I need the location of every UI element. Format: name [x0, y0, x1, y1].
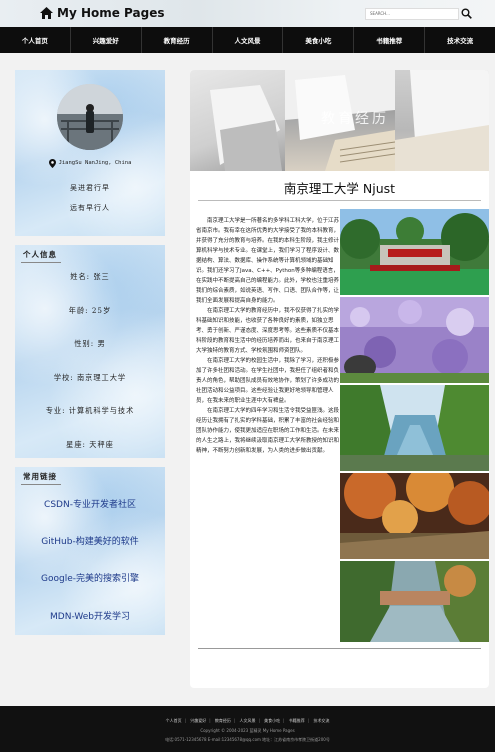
photo-canal [340, 561, 489, 642]
link-mdn[interactable]: MDN-Web开发学习 [15, 609, 165, 622]
footer-copyright: Copyright © 2004-2023 蓝精灵 My Home Pages [200, 728, 295, 733]
site-header: My Home Pages SEARCH... [0, 0, 495, 27]
footer-nav: 个人首页 | 兴趣爱好 | 教育经历 | 人文风景 | 美食小吃 | 书籍推荐 | 技术交流 [165, 718, 330, 723]
link-google[interactable]: Google-完美的搜索引擎 [15, 571, 165, 584]
avatar-image [57, 84, 123, 150]
nav-item-home[interactable]: 个人首页 [0, 27, 71, 53]
search-input[interactable]: SEARCH... [365, 8, 459, 20]
photo-autumn-trees [340, 473, 489, 559]
link-github[interactable]: GitHub-构建美好的软件 [15, 534, 165, 547]
photo-lavender [340, 297, 489, 383]
brand-title: My Home Pages [57, 6, 165, 20]
paragraph: 在南京理工大学的四年学习和生活令我受益匪浅。这段经历让我拥有了扎实的学科基础，积… [196, 408, 340, 454]
links-card-title: 常用链接 [23, 472, 57, 481]
profile-card: JiangSu NanJing, China 吴进君行早 远有早行人 [15, 70, 165, 236]
paragraph: 南京理工大学是一所著名的多学科工科大学，位于江苏省南京市。我有幸在这所优秀的大学… [196, 218, 340, 304]
divider [198, 200, 481, 201]
nav-item-food[interactable]: 美食小吃 [283, 27, 355, 53]
main-content: 教育经历 南京理工大学 Njust 南京理工大学是一所著名的多学科工科大学，位于… [190, 70, 489, 688]
info-card: 个人信息 姓名: 张三 年龄: 25岁 性别: 男 学校: 南京理工大学 专业:… [15, 245, 165, 458]
footer-link-education[interactable]: 教育经历 [215, 718, 231, 723]
paragraph: 在南京理工大学的校园生活中，我除了学习，还积极参加了许多社团和活动。在学生社团中… [196, 358, 340, 404]
divider [21, 484, 61, 485]
search-icon[interactable] [461, 8, 472, 19]
site-brand[interactable]: My Home Pages [40, 4, 165, 22]
info-name: 姓名: 张三 [70, 272, 110, 281]
divider [198, 648, 481, 649]
motto-line-1: 吴进君行早 [70, 184, 110, 192]
footer-link-books[interactable]: 书籍推荐 [289, 718, 305, 723]
info-age: 年龄: 25岁 [68, 306, 112, 315]
nav-item-tech[interactable]: 技术交流 [425, 27, 495, 53]
footer-link-hobbies[interactable]: 兴趣爱好 [190, 718, 206, 723]
site-footer: 个人首页 | 兴趣爱好 | 教育经历 | 人文风景 | 美食小吃 | 书籍推荐 | 技术交流… [0, 706, 495, 752]
info-school: 学校: 南京理工大学 [53, 373, 127, 382]
nav-item-books[interactable]: 书籍推荐 [354, 27, 426, 53]
paragraph: 在南京理工大学的教育经历中，我不仅获得了扎实的学科基础知识和技能，也收获了各种良… [196, 308, 340, 354]
nav-item-hobbies[interactable]: 兴趣爱好 [71, 27, 142, 53]
footer-link-food[interactable]: 美食小吃 [264, 718, 280, 723]
photo-gallery [340, 209, 489, 642]
nav-item-education[interactable]: 教育经历 [142, 27, 213, 53]
main-nav: 个人首页 兴趣爱好 教育经历 人文风景 美食小吃 书籍推荐 技术交流 [0, 27, 495, 53]
footer-link-home[interactable]: 个人首页 [166, 718, 182, 723]
footer-link-scenery[interactable]: 人文风景 [240, 718, 256, 723]
motto-line-2: 远有早行人 [70, 204, 110, 212]
info-major: 专业: 计算机科学与技术 [45, 406, 135, 415]
link-csdn[interactable]: CSDN-专业开发者社区 [15, 497, 165, 510]
article-body: 南京理工大学是一所著名的多学科工科大学，位于江苏省南京市。我有幸在这所优秀的大学… [196, 216, 339, 456]
divider [21, 262, 61, 263]
info-card-title: 个人信息 [23, 250, 57, 259]
location-pin-icon [48, 158, 56, 168]
banner-image: 教育经历 [190, 70, 489, 171]
info-zodiac: 星座: 天秤座 [66, 440, 114, 449]
footer-link-tech[interactable]: 技术交流 [313, 718, 329, 723]
photo-campus-sign [340, 209, 489, 295]
footer-contact: 电话:0571-12345678 E-mail:12345678@qq.com … [165, 737, 330, 742]
location: JiangSu NanJing, China [15, 156, 165, 170]
info-gender: 性别: 男 [74, 339, 106, 348]
links-card: 常用链接 CSDN-专业开发者社区 GitHub-构建美好的软件 Google-… [15, 467, 165, 635]
banner-caption: 教育经历 [321, 111, 389, 127]
banner-pane-1 [190, 70, 285, 171]
nav-item-scenery[interactable]: 人文风景 [213, 27, 284, 53]
article-title: 南京理工大学 Njust [283, 181, 396, 196]
avatar [57, 84, 123, 150]
photo-tree-avenue [340, 385, 489, 471]
location-text: JiangSu NanJing, China [58, 160, 132, 166]
home-icon [40, 7, 53, 19]
